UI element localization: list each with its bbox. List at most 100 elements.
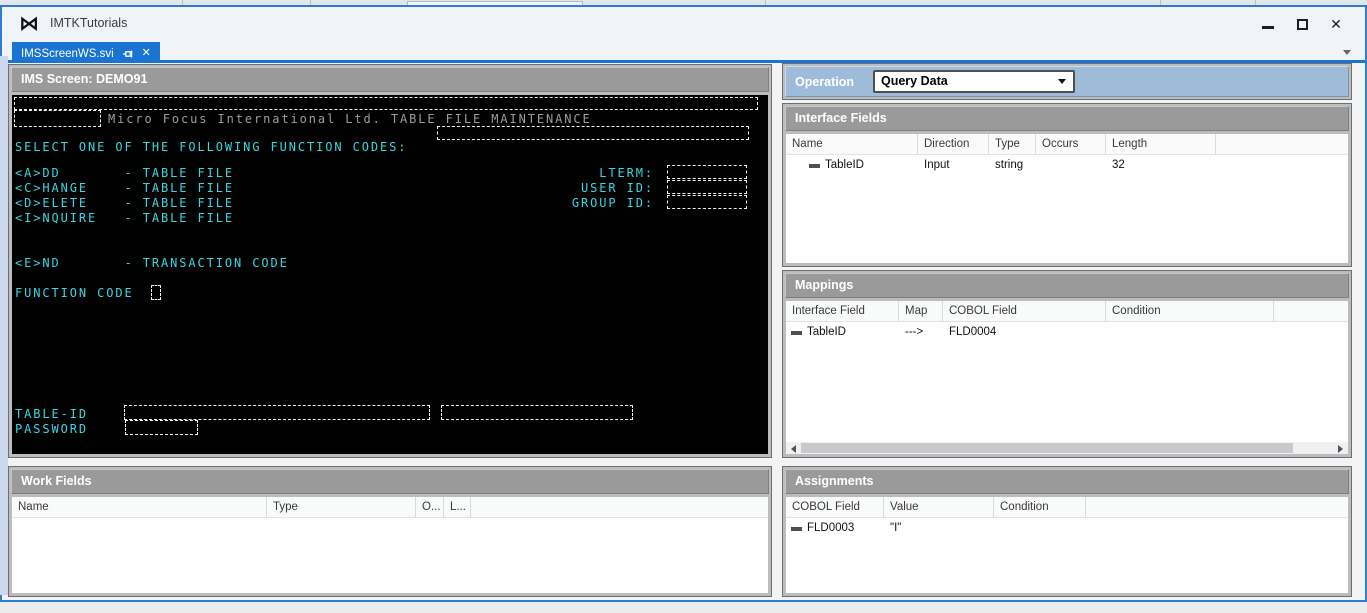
- column-header-condition[interactable]: Condition: [994, 497, 1086, 517]
- work-fields-panel-header: Work Fields: [11, 469, 769, 494]
- column-header-length[interactable]: L...: [444, 497, 471, 517]
- grid-header: Name Type O... L...: [12, 497, 768, 518]
- column-header-condition[interactable]: Condition: [1106, 301, 1274, 321]
- assignments-grid: COBOL Field Value Condition FLD0003 "I": [786, 497, 1348, 593]
- column-header-map[interactable]: Map: [899, 301, 943, 321]
- terminal-password-label: PASSWORD: [15, 422, 88, 436]
- scroll-left-button[interactable]: [786, 442, 801, 455]
- minimize-button[interactable]: [1251, 11, 1285, 37]
- terminal-table-id-label: TABLE-ID: [15, 407, 88, 421]
- terminal-field[interactable]: [151, 285, 161, 300]
- work-fields-grid: Name Type O... L...: [12, 497, 768, 593]
- interface-fields-panel-header: Interface Fields: [785, 106, 1349, 131]
- cell-length: 32: [1112, 159, 1125, 171]
- document-list-caret-icon[interactable]: [1343, 50, 1351, 55]
- column-header-interface-field[interactable]: Interface Field: [786, 301, 899, 321]
- column-header-filler: [1086, 497, 1348, 517]
- minimize-icon: [1262, 25, 1274, 29]
- terminal-function-line: <I>NQUIRE - TABLE FILE: [15, 211, 234, 225]
- terminal-field[interactable]: [14, 110, 101, 127]
- mappings-panel-header: Mappings: [785, 273, 1349, 298]
- grid-header: Interface Field Map COBOL Field Conditio…: [786, 301, 1348, 322]
- terminal-field[interactable]: [124, 405, 430, 420]
- column-header-type[interactable]: Type: [989, 134, 1036, 154]
- terminal-field[interactable]: [441, 405, 633, 420]
- scroll-right-icon: [1338, 444, 1343, 453]
- column-header-filler: [471, 497, 768, 517]
- cell-cobol-field-text: FLD0003: [807, 522, 855, 534]
- column-header-type[interactable]: Type: [267, 497, 416, 517]
- operation-select[interactable]: Query Data: [873, 70, 1075, 93]
- cell-cobol-field: FLD0004: [949, 326, 997, 338]
- cell-name: TableID: [786, 159, 918, 171]
- grid-header: Name Direction Type Occurs Length: [786, 134, 1348, 155]
- field-icon: [791, 331, 802, 335]
- terminal-groupid-label: GROUP ID:: [571, 196, 654, 210]
- terminal-field[interactable]: [667, 180, 747, 194]
- cell-map: --->: [905, 326, 924, 338]
- scrollbar-thumb[interactable]: [801, 443, 1293, 453]
- tab-strip: IMSScreenWS.svi ✕: [2, 40, 1365, 65]
- assignments-panel: Assignments COBOL Field Value Condition …: [782, 466, 1352, 597]
- cell-interface-field-text: TableID: [807, 326, 846, 338]
- assignments-title: Assignments: [795, 474, 874, 488]
- terminal-function-line: <A>DD - TABLE FILE: [15, 166, 234, 180]
- maximize-button[interactable]: [1285, 11, 1319, 37]
- maximize-icon: [1296, 18, 1308, 30]
- column-header-name[interactable]: Name: [786, 134, 918, 154]
- table-row[interactable]: TableID ---> FLD0004: [786, 322, 1348, 342]
- terminal-end-line: <E>ND - TRANSACTION CODE: [15, 256, 289, 270]
- column-header-name[interactable]: Name: [12, 497, 267, 517]
- column-header-occurs[interactable]: Occurs: [1036, 134, 1106, 154]
- cell-value: "I": [890, 522, 902, 534]
- column-header-filler: [1274, 301, 1348, 321]
- cell-type: string: [995, 159, 1024, 171]
- terminal-field[interactable]: [125, 420, 198, 435]
- table-row[interactable]: FLD0003 "I": [786, 518, 1348, 538]
- grid-header: COBOL Field Value Condition: [786, 497, 1348, 518]
- cell-name-text: TableID: [825, 159, 864, 171]
- column-header-occurs[interactable]: O...: [416, 497, 444, 517]
- cell-direction: Input: [924, 159, 950, 171]
- field-icon: [791, 527, 802, 531]
- mappings-title: Mappings: [795, 278, 854, 292]
- terminal-function-line: <C>HANGE - TABLE FILE: [15, 181, 234, 195]
- screen: ⋈ IMTKTutorials ✕ IMSScreenWS.svi ✕ IMS …: [0, 0, 1367, 613]
- interface-fields-grid: Name Direction Type Occurs Length TableI…: [786, 134, 1348, 263]
- cell-interface-field: TableID: [786, 326, 899, 338]
- terminal-function-code-label: FUNCTION CODE: [15, 286, 134, 300]
- title-bar: ⋈ IMTKTutorials ✕: [2, 7, 1365, 40]
- scroll-left-icon: [791, 444, 796, 453]
- column-header-value[interactable]: Value: [884, 497, 994, 517]
- tab-close-icon[interactable]: ✕: [142, 48, 151, 59]
- window-title: IMTKTutorials: [50, 16, 128, 30]
- scroll-right-button[interactable]: [1333, 442, 1348, 455]
- terminal-field[interactable]: [667, 195, 747, 209]
- pin-icon[interactable]: [122, 48, 134, 60]
- terminal-field[interactable]: [14, 97, 758, 110]
- interface-fields-title: Interface Fields: [795, 111, 887, 125]
- terminal-function-line: <D>ELETE - TABLE FILE: [15, 196, 234, 210]
- column-header-length[interactable]: Length: [1106, 134, 1216, 154]
- close-icon: ✕: [1330, 16, 1342, 32]
- left-margin: [0, 56, 8, 595]
- tab-label: IMSScreenWS.svi: [21, 47, 114, 60]
- terminal-lterm-label: LTERM:: [599, 166, 654, 180]
- ims-screen-panel: IMS Screen: DEMO91 Micro Focus Internati…: [8, 64, 772, 458]
- terminal-userid-label: USER ID:: [581, 181, 654, 195]
- ims-terminal-screen[interactable]: Micro Focus International Ltd. TABLE FIL…: [12, 95, 768, 454]
- terminal-field[interactable]: [667, 165, 747, 179]
- terminal-field[interactable]: [437, 126, 749, 140]
- horizontal-scrollbar[interactable]: [786, 441, 1348, 454]
- mappings-panel: Mappings Interface Field Map COBOL Field…: [782, 270, 1352, 458]
- column-header-cobol-field[interactable]: COBOL Field: [943, 301, 1106, 321]
- column-header-cobol-field[interactable]: COBOL Field: [786, 497, 884, 517]
- mappings-grid: Interface Field Map COBOL Field Conditio…: [786, 301, 1348, 441]
- combo-caret-icon[interactable]: [1058, 79, 1066, 84]
- operation-selected-value: Query Data: [881, 74, 948, 88]
- operation-bar-inner: Operation Query Data: [785, 66, 1349, 97]
- cell-cobol-field: FLD0003: [786, 522, 884, 534]
- table-row[interactable]: TableID Input string 32: [786, 155, 1348, 175]
- close-button[interactable]: ✕: [1319, 11, 1353, 37]
- column-header-direction[interactable]: Direction: [918, 134, 989, 154]
